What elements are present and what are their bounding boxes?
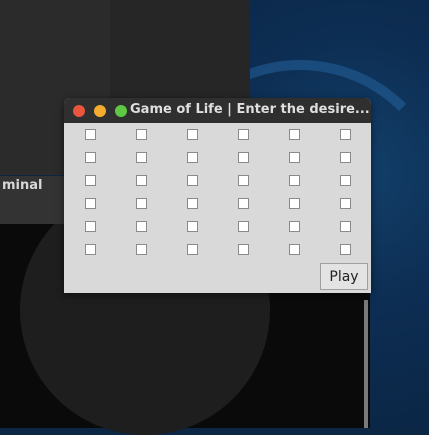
- cell-checkbox[interactable]: [187, 198, 198, 209]
- cell-checkbox[interactable]: [136, 198, 147, 209]
- cell-checkbox[interactable]: [187, 129, 198, 140]
- cell-checkbox[interactable]: [136, 152, 147, 163]
- cell-grid: [64, 123, 371, 263]
- cell-checkbox[interactable]: [289, 198, 300, 209]
- window-title: Game of Life | Enter the desire...: [130, 102, 370, 117]
- cell-checkbox[interactable]: [238, 198, 249, 209]
- cell-checkbox[interactable]: [238, 129, 249, 140]
- cell-checkbox[interactable]: [340, 221, 351, 232]
- terminal-scrollbar[interactable]: [364, 300, 368, 428]
- cell-checkbox[interactable]: [289, 129, 300, 140]
- cell-checkbox[interactable]: [136, 244, 147, 255]
- cell-checkbox[interactable]: [289, 152, 300, 163]
- cell-checkbox[interactable]: [85, 198, 96, 209]
- cell-checkbox[interactable]: [289, 175, 300, 186]
- window-titlebar[interactable]: Game of Life | Enter the desire...: [64, 98, 371, 123]
- cell-checkbox[interactable]: [85, 175, 96, 186]
- cell-checkbox[interactable]: [238, 221, 249, 232]
- cell-checkbox[interactable]: [289, 221, 300, 232]
- cell-checkbox[interactable]: [187, 175, 198, 186]
- cell-checkbox[interactable]: [85, 152, 96, 163]
- cell-checkbox[interactable]: [85, 129, 96, 140]
- minimize-icon[interactable]: [94, 105, 106, 117]
- cell-checkbox[interactable]: [187, 152, 198, 163]
- close-icon[interactable]: [73, 105, 85, 117]
- cell-checkbox[interactable]: [238, 152, 249, 163]
- cell-checkbox[interactable]: [238, 175, 249, 186]
- cell-checkbox[interactable]: [340, 152, 351, 163]
- cell-checkbox[interactable]: [340, 244, 351, 255]
- game-of-life-window: Game of Life | Enter the desire... Play: [64, 98, 371, 293]
- cell-checkbox[interactable]: [289, 244, 300, 255]
- cell-checkbox[interactable]: [187, 244, 198, 255]
- cell-checkbox[interactable]: [136, 129, 147, 140]
- cell-checkbox[interactable]: [238, 244, 249, 255]
- cell-checkbox[interactable]: [340, 198, 351, 209]
- cell-checkbox[interactable]: [85, 244, 96, 255]
- terminal-title: minal: [2, 178, 43, 193]
- cell-checkbox[interactable]: [136, 175, 147, 186]
- cell-checkbox[interactable]: [136, 221, 147, 232]
- cell-checkbox[interactable]: [85, 221, 96, 232]
- cell-checkbox[interactable]: [340, 129, 351, 140]
- play-button[interactable]: Play: [320, 263, 368, 290]
- maximize-icon[interactable]: [115, 105, 127, 117]
- cell-checkbox[interactable]: [340, 175, 351, 186]
- cell-checkbox[interactable]: [187, 221, 198, 232]
